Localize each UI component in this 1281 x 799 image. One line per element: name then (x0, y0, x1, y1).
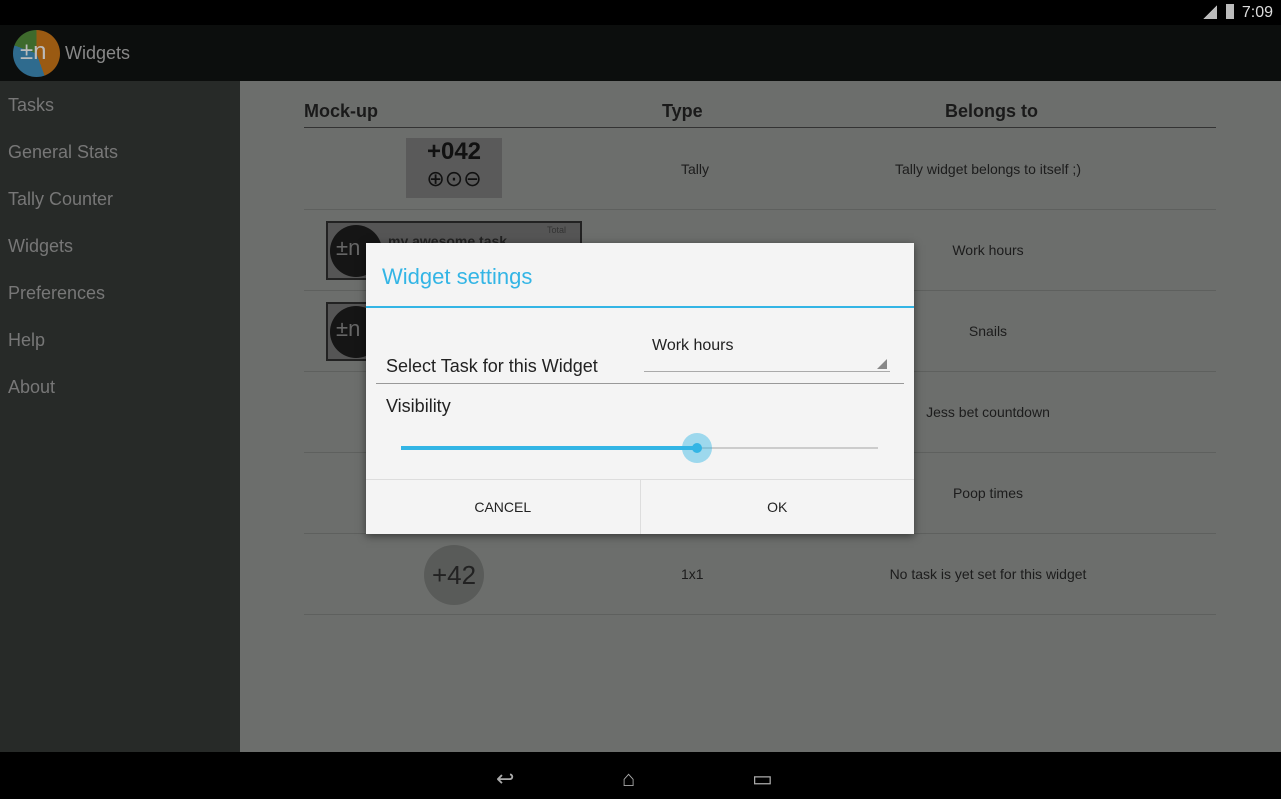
visibility-label: Visibility (386, 396, 451, 416)
task-spinner[interactable]: Work hours (644, 327, 890, 372)
row-belongs: No task is yet set for this widget (889, 566, 1087, 582)
sidebar-item-tasks[interactable]: Tasks (0, 81, 240, 128)
system-nav-bar: ↩ ⌂ ▭ (0, 752, 1281, 799)
cancel-button[interactable]: CANCEL (366, 480, 640, 534)
tally-controls-icon: ⊕⊙⊖ (426, 166, 482, 191)
tally-count: +042 (426, 138, 482, 165)
widget-settings-dialog: Widget settings Select Task for this Wid… (366, 243, 914, 534)
dialog-title: Widget settings (382, 264, 533, 289)
sidebar: Tasks General Stats Tally Counter Widget… (0, 81, 240, 752)
slider-thumb[interactable] (681, 433, 712, 463)
sidebar-item-help[interactable]: Help (0, 316, 240, 363)
visibility-slider[interactable] (401, 433, 878, 463)
home-icon[interactable]: ⌂ (622, 766, 635, 792)
selected-task: Work hours (652, 337, 734, 354)
tally-mockup: +042 ⊕⊙⊖ (406, 138, 502, 198)
page-title: Widgets (65, 43, 131, 63)
sidebar-item-about[interactable]: About (0, 363, 240, 410)
sidebar-item-preferences[interactable]: Preferences (0, 269, 240, 316)
app-logo-icon[interactable]: ±n (13, 30, 60, 77)
row-belongs: Work hours (952, 242, 1024, 258)
divider (376, 383, 904, 384)
sidebar-item-general-stats[interactable]: General Stats (0, 128, 240, 175)
sidebar-item-tally-counter[interactable]: Tally Counter (0, 175, 240, 222)
ok-button[interactable]: OK (639, 480, 915, 534)
row-belongs: Tally widget belongs to itself ;) (895, 161, 1081, 177)
mockup-total: Total (546, 225, 566, 235)
recents-icon[interactable]: ▭ (752, 766, 773, 792)
row-belongs: Poop times (952, 485, 1024, 501)
header-mockup: Mock-up (304, 101, 378, 121)
table-row[interactable]: +42 1x1 No task is yet set for this widg… (304, 534, 1216, 615)
row-belongs: Jess bet countdown (926, 404, 1050, 420)
dialog-buttons: CANCEL OK (366, 479, 914, 534)
header-type: Type (662, 101, 703, 121)
action-bar: ±n Widgets (0, 25, 1281, 81)
title-divider (366, 306, 914, 308)
select-task-label: Select Task for this Widget (386, 356, 598, 376)
battery-icon (1226, 4, 1234, 19)
round-mockup: +42 (424, 545, 484, 605)
back-icon[interactable]: ↩ (496, 766, 514, 792)
dropdown-arrow-icon (877, 359, 887, 369)
signal-icon (1203, 5, 1217, 19)
status-bar: 7:09 (0, 0, 1281, 25)
header-belongs-to: Belongs to (945, 101, 1038, 121)
clock: 7:09 (1241, 4, 1273, 21)
row-belongs: Snails (968, 323, 1008, 339)
table-row[interactable]: +042 ⊕⊙⊖ Tally Tally widget belongs to it… (304, 129, 1216, 210)
sidebar-item-widgets[interactable]: Widgets (0, 222, 240, 269)
table-header: Mock-up Type Belongs to (304, 81, 1216, 128)
slider-fill (401, 446, 697, 450)
